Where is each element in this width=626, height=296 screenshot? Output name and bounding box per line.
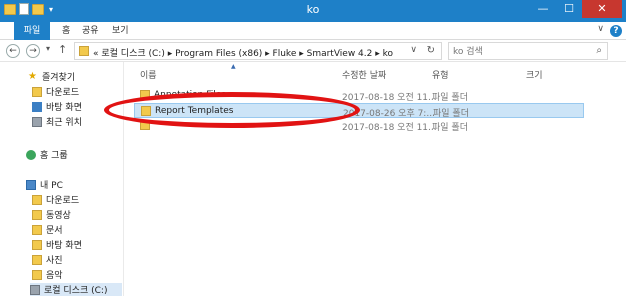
navigation-pane: ★ 즐겨찾기 다운로드 바탕 화면 최근 위치 홈 그룹 내 PC 다운로드 동… — [0, 62, 124, 296]
table-row[interactable]: 2017-08-18 오전 11... 파일 폴더 — [134, 118, 584, 133]
sidebar-item-desktop[interactable]: 바탕 화면 — [32, 100, 82, 113]
sidebar-item-videos[interactable]: 동영상 — [32, 208, 71, 221]
music-folder-icon — [32, 269, 42, 280]
sidebar-item-label: 최근 위치 — [46, 118, 82, 128]
sidebar-item-label: 바탕 화면 — [46, 103, 82, 113]
sidebar-item-this-pc[interactable]: 내 PC — [26, 178, 63, 191]
ribbon-tabs: 파일 홈 공유 보기 ∨ ? — [0, 22, 626, 40]
right-edge — [618, 62, 626, 296]
sidebar-item-music[interactable]: 음악 — [32, 268, 63, 281]
file-name-cell: Report Templates — [141, 106, 233, 116]
documents-folder-icon — [32, 224, 42, 235]
file-name: Report Templates — [155, 106, 234, 116]
forward-button[interactable]: → — [26, 44, 40, 58]
recent-places-icon — [32, 116, 42, 127]
address-history-chevron-icon[interactable]: ∨ — [410, 45, 417, 55]
tab-view[interactable]: 보기 — [112, 22, 129, 40]
sidebar-item-label: 홈 그룹 — [40, 151, 68, 161]
close-button[interactable]: ✕ — [582, 0, 622, 18]
column-header-type[interactable]: 유형 — [432, 68, 449, 81]
help-icon[interactable]: ? — [610, 25, 622, 37]
modified-cell: 2017-08-18 오전 11... — [342, 93, 437, 103]
sidebar-item-pc-downloads[interactable]: 다운로드 — [32, 193, 79, 206]
table-row[interactable]: Report Templates 2017-08-26 오후 7:... 파일 … — [134, 103, 584, 119]
sidebar-item-pictures[interactable]: 사진 — [32, 253, 63, 266]
recent-locations-chevron-icon[interactable]: ▾ — [46, 44, 50, 53]
search-box[interactable]: ⌕ — [448, 42, 608, 60]
sidebar-item-label: 음악 — [46, 271, 63, 281]
file-name-cell: Annotation Files — [140, 90, 226, 100]
sort-ascending-icon: ▲ — [231, 63, 236, 70]
back-button[interactable]: ← — [6, 44, 20, 58]
folder-icon — [140, 90, 150, 100]
file-name: Annotation Files — [154, 90, 226, 100]
title-bar: ▾ ko — ☐ ✕ — [0, 0, 626, 22]
sidebar-item-downloads[interactable]: 다운로드 — [32, 85, 79, 98]
downloads-folder-icon — [32, 194, 42, 205]
modified-cell: 2017-08-18 오전 11... — [342, 123, 437, 133]
tab-file[interactable]: 파일 — [14, 22, 50, 40]
refresh-icon[interactable]: ↻ — [427, 45, 435, 56]
file-list: ▲ 이름 수정한 날짜 유형 크기 Annotation Files 2017-… — [124, 62, 618, 296]
homegroup-icon — [26, 149, 36, 160]
sidebar-item-label: 사진 — [46, 256, 63, 266]
sidebar-item-label: 내 PC — [40, 181, 63, 191]
sidebar-item-documents[interactable]: 문서 — [32, 223, 63, 236]
window-controls: — ☐ ✕ — [530, 0, 622, 18]
sidebar-item-label: 즐겨찾기 — [42, 73, 76, 83]
column-header-modified[interactable]: 수정한 날짜 — [342, 68, 386, 81]
desktop-icon — [32, 101, 42, 112]
folder-icon — [141, 106, 151, 116]
videos-folder-icon — [32, 209, 42, 220]
search-icon[interactable]: ⌕ — [596, 45, 602, 56]
up-arrow-icon[interactable]: ↑ — [58, 43, 67, 56]
sidebar-item-recent-places[interactable]: 최근 위치 — [32, 115, 82, 128]
column-header-size[interactable]: 크기 — [526, 68, 543, 81]
star-icon: ★ — [28, 70, 37, 82]
sidebar-item-label: 바탕 화면 — [46, 241, 82, 251]
downloads-folder-icon — [32, 86, 42, 97]
sidebar-item-label: 로컬 디스크 (C:) — [44, 286, 108, 296]
breadcrumb[interactable]: « 로컬 디스크 (C:) ▸ Program Files (x86) ▸ Fl… — [93, 46, 393, 59]
sidebar-item-label: 문서 — [46, 226, 63, 236]
address-bar-row: ← → ▾ ↑ « 로컬 디스크 (C:) ▸ Program Files (x… — [0, 40, 626, 62]
sidebar-item-label: 다운로드 — [46, 196, 80, 206]
expand-ribbon-chevron-icon[interactable]: ∨ — [597, 24, 604, 34]
minimize-button[interactable]: — — [530, 0, 556, 18]
drive-icon — [30, 284, 40, 295]
folder-icon — [79, 46, 89, 56]
sidebar-item-favorites[interactable]: ★ 즐겨찾기 — [28, 70, 75, 83]
type-cell: 파일 폴더 — [432, 93, 468, 103]
computer-icon — [26, 179, 36, 190]
sidebar-item-label: 다운로드 — [46, 88, 80, 98]
sidebar-item-homegroup[interactable]: 홈 그룹 — [26, 148, 68, 161]
folder-icon — [140, 120, 150, 130]
desktop-folder-icon — [32, 239, 42, 250]
sidebar-item-local-disk[interactable]: 로컬 디스크 (C:) — [30, 283, 122, 296]
table-row[interactable]: Annotation Files 2017-08-18 오전 11... 파일 … — [134, 88, 584, 103]
pictures-folder-icon — [32, 254, 42, 265]
address-bar[interactable]: « 로컬 디스크 (C:) ▸ Program Files (x86) ▸ Fl… — [74, 42, 442, 60]
maximize-button[interactable]: ☐ — [556, 0, 582, 18]
type-cell: 파일 폴더 — [432, 123, 468, 133]
tab-share[interactable]: 공유 — [82, 22, 99, 40]
sidebar-item-label: 동영상 — [46, 211, 71, 221]
search-input[interactable] — [453, 45, 583, 58]
sidebar-item-pc-desktop[interactable]: 바탕 화면 — [32, 238, 82, 251]
tab-home[interactable]: 홈 — [62, 22, 70, 40]
file-name-cell — [140, 120, 154, 130]
column-header-name[interactable]: 이름 — [140, 68, 157, 81]
